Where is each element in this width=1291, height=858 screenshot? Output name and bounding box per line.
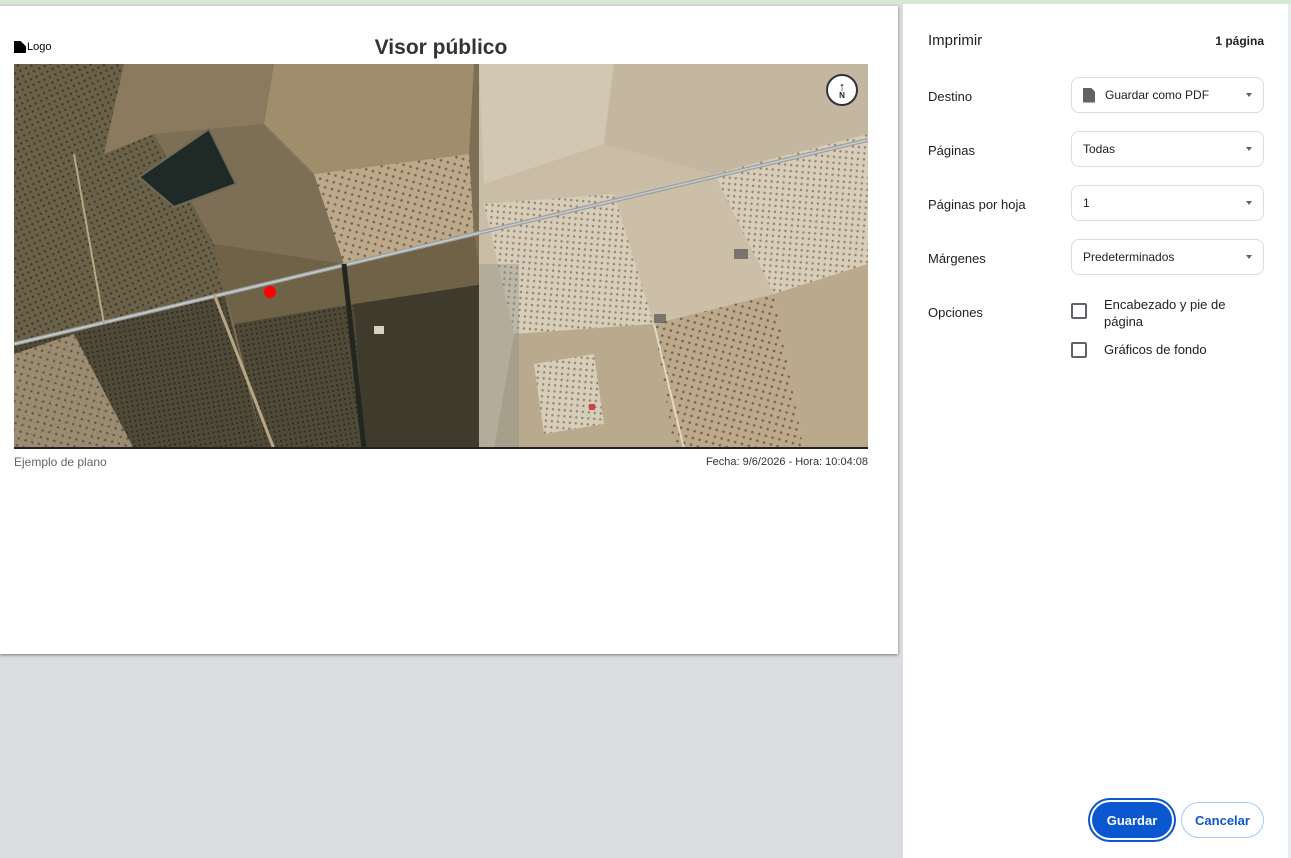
pages-select[interactable]: Todas — [1071, 131, 1264, 167]
destination-label: Destino — [928, 89, 973, 104]
destination-select[interactable]: Guardar como PDF — [1071, 77, 1264, 113]
north-arrow-icon: ↑ — [838, 78, 846, 94]
chevron-down-icon — [1246, 93, 1252, 97]
background-graphics-label: Gráficos de fondo — [1104, 342, 1207, 357]
margins-label: Márgenes — [928, 251, 986, 266]
header-footer-label: Encabezado y pie de página — [1104, 297, 1226, 329]
panel-title: Imprimir — [928, 32, 983, 49]
print-preview-area: Logo Visor público ↑ N Ejemplo de plano … — [0, 4, 903, 858]
pages-value: Todas — [1083, 142, 1116, 156]
map-date: Fecha: 9/6/2026 - Hora: 10:04:08 — [705, 456, 868, 468]
chevron-down-icon — [1246, 201, 1252, 205]
location-marker — [264, 286, 276, 298]
print-settings-panel: Imprimir 1 página Destino Guardar como P… — [903, 4, 1288, 858]
north-arrow: ↑ N — [826, 74, 858, 106]
map-subtitle: Ejemplo de plano — [14, 455, 107, 469]
north-label: N — [839, 90, 845, 100]
header-footer-option[interactable]: Encabezado y pie de página — [1071, 296, 1231, 330]
aerial-map: ↑ N — [14, 64, 868, 449]
margins-select[interactable]: Predeterminados — [1071, 239, 1264, 275]
pages-per-sheet-value: 1 — [1083, 196, 1090, 210]
chevron-down-icon — [1246, 255, 1252, 259]
pages-label: Páginas — [928, 143, 975, 158]
pages-per-sheet-label: Páginas por hoja — [928, 197, 1026, 212]
background-graphics-option[interactable]: Gráficos de fondo — [1071, 342, 1207, 358]
pages-per-sheet-select[interactable]: 1 — [1071, 185, 1264, 221]
destination-value: Guardar como PDF — [1105, 88, 1210, 102]
page-count: 1 página — [1215, 34, 1264, 48]
save-button[interactable]: Guardar — [1092, 802, 1172, 838]
margins-value: Predeterminados — [1083, 250, 1175, 264]
chevron-down-icon — [1246, 147, 1252, 151]
preview-page: Logo Visor público ↑ N Ejemplo de plano … — [0, 6, 898, 654]
map-title: Visor público — [374, 36, 508, 59]
header-footer-checkbox[interactable] — [1071, 303, 1087, 319]
background-graphics-checkbox[interactable] — [1071, 342, 1087, 358]
document-icon — [1083, 87, 1095, 103]
options-label: Opciones — [928, 305, 983, 320]
cancel-button[interactable]: Cancelar — [1181, 802, 1264, 838]
